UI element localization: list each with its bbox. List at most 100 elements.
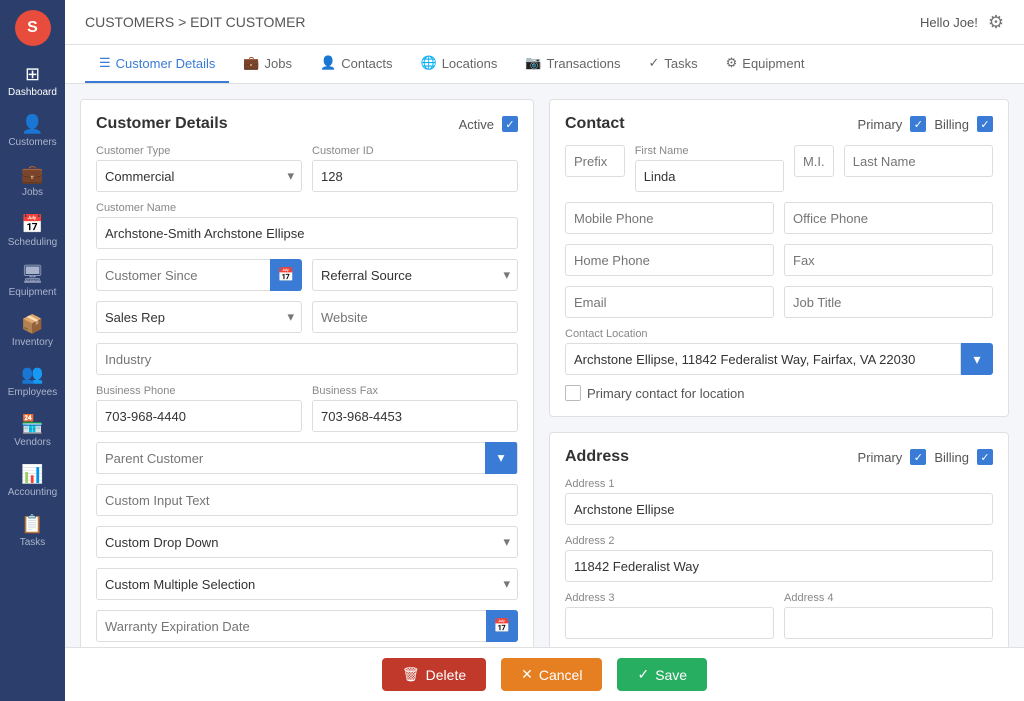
address-header-right: Primary ✓ Billing ✓ <box>858 449 993 465</box>
custom-dropdown-select[interactable]: Custom Drop Down <box>96 526 518 558</box>
fax-field <box>784 244 993 276</box>
prefix-field <box>565 145 625 192</box>
job-title-input[interactable] <box>784 286 993 318</box>
delete-button[interactable]: 🗑 Delete <box>382 658 486 691</box>
header-right: Hello Joe! ⚙ <box>920 12 1004 33</box>
business-phone-input[interactable] <box>96 400 302 432</box>
tab-contacts[interactable]: 👤 Contacts <box>306 45 407 83</box>
settings-icon[interactable]: ⚙ <box>988 12 1004 33</box>
tab-tasks[interactable]: ✓ Tasks <box>634 45 711 83</box>
contact-location-dropdown-button[interactable]: ▾ <box>961 343 993 375</box>
sales-rep-field: Sales Rep <box>96 301 302 333</box>
cancel-button[interactable]: ✕ Cancel <box>501 658 602 691</box>
office-phone-field <box>784 202 993 234</box>
tab-locations[interactable]: 🌐 Locations <box>407 45 512 83</box>
parent-customer-dropdown-button[interactable]: ▾ <box>485 442 517 474</box>
office-phone-input[interactable] <box>784 202 993 234</box>
sidebar-item-vendors[interactable]: 🏪 Vendors <box>0 406 65 456</box>
tab-equipment-icon: ⚙ <box>726 55 738 71</box>
address-primary-checkbox[interactable]: ✓ <box>910 449 926 465</box>
referral-source-select-wrap: Referral Source <box>312 259 518 291</box>
address4-input[interactable] <box>784 607 993 639</box>
sidebar-item-inventory[interactable]: 📦 Inventory <box>0 306 65 356</box>
sidebar-item-accounting[interactable]: 📊 Accounting <box>0 456 65 506</box>
sidebar-item-customers[interactable]: 👤 Customers <box>0 106 65 156</box>
address2-row: Address 2 <box>565 535 993 582</box>
tab-equipment-label: Equipment <box>742 56 804 71</box>
contact-header-right: Primary ✓ Billing ✓ <box>858 116 993 132</box>
parent-customer-input[interactable] <box>97 443 485 473</box>
fax-input[interactable] <box>784 244 993 276</box>
contact-panel: Contact Primary ✓ Billing ✓ First Name <box>549 99 1009 417</box>
save-button[interactable]: ✓ Save <box>617 658 707 691</box>
app-logo[interactable]: S <box>15 10 51 46</box>
home-phone-input[interactable] <box>565 244 774 276</box>
contact-header: Contact Primary ✓ Billing ✓ <box>565 115 993 133</box>
sidebar-item-label: Inventory <box>12 337 53 348</box>
contact-location-input[interactable] <box>565 343 961 375</box>
sidebar-item-equipment[interactable]: 🖥 Equipment <box>0 256 65 306</box>
customer-name-input[interactable] <box>96 217 518 249</box>
mobile-phone-input[interactable] <box>565 202 774 234</box>
first-name-label: First Name <box>635 145 784 157</box>
sidebar-item-dashboard[interactable]: ⊞ Dashboard <box>0 56 65 106</box>
referral-source-select[interactable]: Referral Source <box>312 259 518 291</box>
sidebar-item-scheduling[interactable]: 📅 Scheduling <box>0 206 65 256</box>
customer-name-field: Customer Name <box>96 202 518 249</box>
address3-input[interactable] <box>565 607 774 639</box>
industry-input[interactable] <box>96 343 518 375</box>
customer-details-header: Customer Details Active ✓ <box>96 115 518 133</box>
tab-customer-details[interactable]: ☰ Customer Details <box>85 45 229 83</box>
last-name-field <box>844 145 993 192</box>
website-input[interactable] <box>312 301 518 333</box>
address-billing-checkbox[interactable]: ✓ <box>977 449 993 465</box>
custom-input[interactable] <box>96 484 518 516</box>
email-input[interactable] <box>565 286 774 318</box>
prefix-input[interactable] <box>565 145 625 177</box>
address4-label: Address 4 <box>784 592 993 604</box>
sidebar-item-employees[interactable]: 👥 Employees <box>0 356 65 406</box>
address1-field: Address 1 <box>565 478 993 525</box>
address2-input[interactable] <box>565 550 993 582</box>
customer-since-calendar-button[interactable]: 📅 <box>270 259 302 291</box>
warranty-calendar-button[interactable]: 📅 <box>486 610 518 642</box>
home-phone-field <box>565 244 774 276</box>
cancel-icon: ✕ <box>521 666 533 683</box>
tab-customer-details-icon: ☰ <box>99 55 111 71</box>
customer-type-select[interactable]: Commercial <box>96 160 302 192</box>
right-panels: Contact Primary ✓ Billing ✓ First Name <box>549 99 1009 686</box>
active-checkbox[interactable]: ✓ <box>502 116 518 132</box>
warranty-input[interactable] <box>96 610 518 642</box>
tab-equipment[interactable]: ⚙ Equipment <box>712 45 819 83</box>
primary-contact-checkbox[interactable] <box>565 385 581 401</box>
last-name-input[interactable] <box>844 145 993 177</box>
tab-transactions-label: Transactions <box>547 56 621 71</box>
contact-billing-checkbox[interactable]: ✓ <box>977 116 993 132</box>
mobile-office-row <box>565 202 993 234</box>
customer-since-input-wrap: 📅 <box>96 259 302 291</box>
dashboard-icon: ⊞ <box>25 64 40 85</box>
tab-transactions[interactable]: 📷 Transactions <box>511 45 634 83</box>
sidebar-item-jobs[interactable]: 💼 Jobs <box>0 156 65 206</box>
business-phone-field: Business Phone <box>96 385 302 432</box>
content-area: Customer Details Active ✓ Customer Type … <box>65 84 1024 701</box>
tab-jobs[interactable]: 💼 Jobs <box>229 45 306 83</box>
first-name-input[interactable] <box>635 160 784 192</box>
custom-multiple-select[interactable]: Custom Multiple Selection <box>96 568 518 600</box>
sidebar-item-label: Scheduling <box>8 237 57 248</box>
warranty-input-wrap: 📅 <box>96 610 518 642</box>
sidebar-item-tasks[interactable]: 📋 Tasks <box>0 506 65 556</box>
sales-rep-select[interactable]: Sales Rep <box>96 301 302 333</box>
mi-input[interactable] <box>794 145 834 177</box>
job-title-field <box>784 286 993 318</box>
email-jobtitle-row <box>565 286 993 318</box>
contact-primary-checkbox[interactable]: ✓ <box>910 116 926 132</box>
address1-input[interactable] <box>565 493 993 525</box>
tab-jobs-icon: 💼 <box>243 55 259 71</box>
customer-id-input[interactable] <box>312 160 518 192</box>
business-fax-input[interactable] <box>312 400 518 432</box>
address1-row: Address 1 <box>565 478 993 525</box>
sidebar-item-label: Customers <box>8 137 56 148</box>
address-header: Address Primary ✓ Billing ✓ <box>565 448 993 466</box>
active-toggle-wrap: Active ✓ <box>459 116 518 132</box>
